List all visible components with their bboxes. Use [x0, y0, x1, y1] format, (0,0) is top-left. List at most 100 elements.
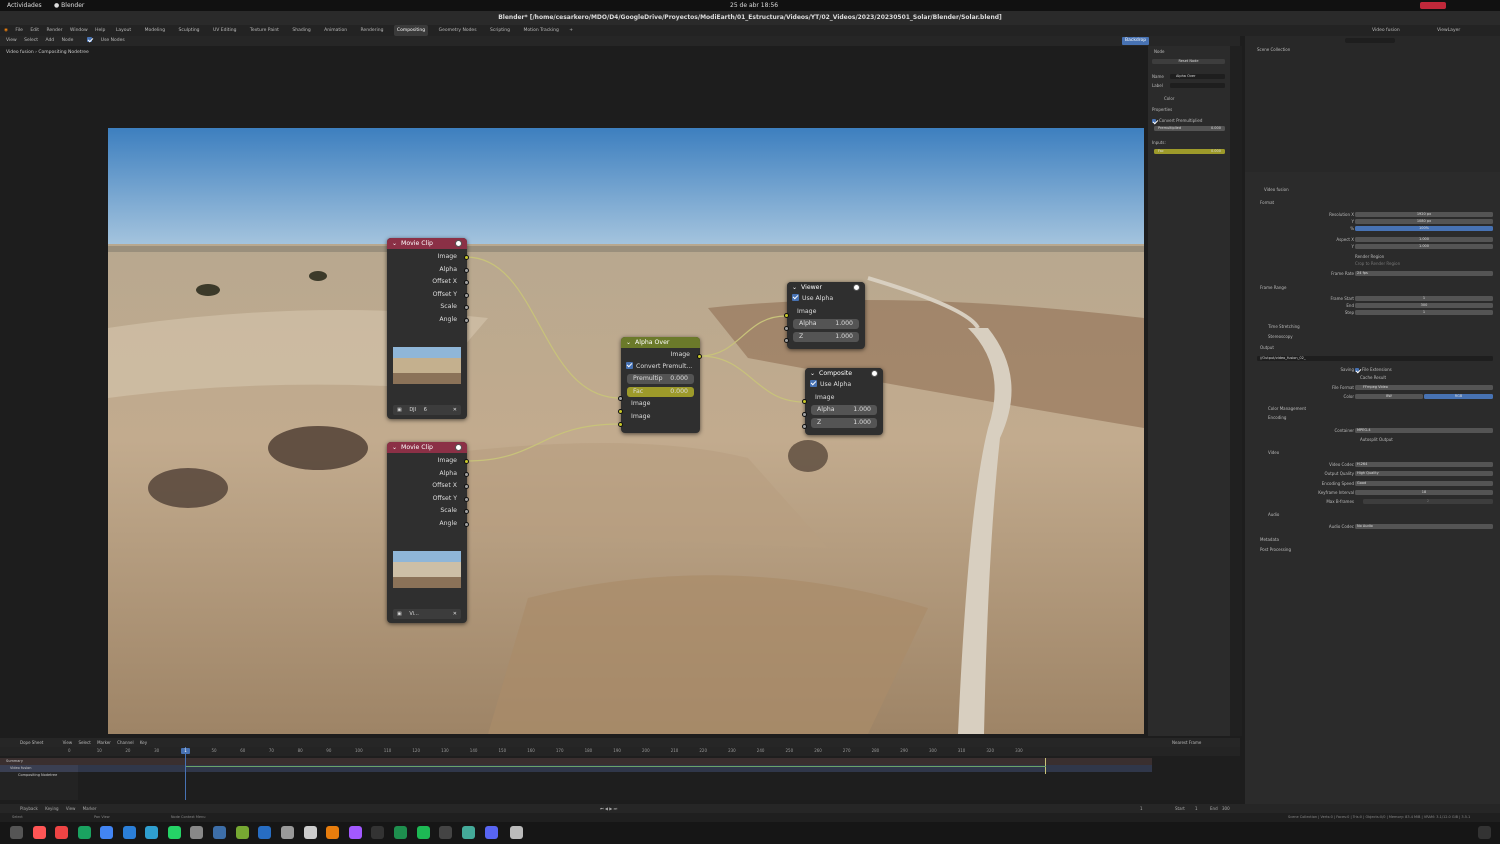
- gmail-icon[interactable]: [55, 826, 68, 839]
- encoding-speed-dropdown[interactable]: Good: [1355, 481, 1493, 486]
- socket-offset-y[interactable]: [464, 497, 469, 502]
- socket-offset-x[interactable]: [464, 280, 469, 285]
- render-region-toggle[interactable]: Render Region: [1355, 254, 1384, 259]
- collapse-icon[interactable]: ⌄: [792, 282, 797, 293]
- aspect-x-field[interactable]: 1.000: [1355, 237, 1493, 242]
- frame-step-field[interactable]: 1: [1355, 310, 1493, 315]
- marker-menu[interactable]: Marker: [83, 806, 97, 811]
- socket-angle[interactable]: [464, 318, 469, 323]
- frame-end-field[interactable]: 300: [1355, 303, 1493, 308]
- socket-z-in[interactable]: [784, 338, 789, 343]
- socket-image[interactable]: [464, 255, 469, 260]
- socket-image-in[interactable]: [802, 399, 807, 404]
- dope-marker-menu[interactable]: Marker: [97, 740, 111, 745]
- r-icon[interactable]: [258, 826, 271, 839]
- clip-selector[interactable]: ▣ Vi... ✕: [393, 609, 461, 619]
- frame-rate-dropdown[interactable]: 24 fps: [1355, 271, 1493, 276]
- unlink-icon[interactable]: ✕: [453, 405, 457, 415]
- panel-output[interactable]: Output: [1260, 345, 1274, 350]
- socket-fac-in[interactable]: [618, 396, 623, 401]
- collapse-icon[interactable]: ⌄: [810, 368, 815, 379]
- use-alpha-toggle[interactable]: Use Alpha: [805, 379, 883, 392]
- current-frame-field[interactable]: 1: [1140, 804, 1143, 813]
- aspect-y-field[interactable]: 1.000: [1355, 244, 1493, 249]
- panel-frame-range[interactable]: Frame Range: [1260, 285, 1286, 290]
- view-menu[interactable]: View: [66, 806, 76, 811]
- snapping-dropdown[interactable]: Nearest Frame: [1172, 738, 1201, 747]
- use-alpha-toggle[interactable]: Use Alpha: [787, 293, 865, 306]
- socket-alpha-in[interactable]: [802, 412, 807, 417]
- node-header[interactable]: ⌄ Movie Clip: [387, 442, 467, 453]
- socket-image-in-1[interactable]: [618, 409, 623, 414]
- cache-result-toggle[interactable]: Cache Result: [1360, 375, 1386, 380]
- alpha-over-node[interactable]: ⌄ Alpha Over Image Convert Premult... Pr…: [618, 337, 702, 433]
- file-format-dropdown[interactable]: FFmpeg Video: [1355, 385, 1493, 390]
- convert-checkbox[interactable]: [1152, 119, 1156, 123]
- resolution-x-field[interactable]: 1920 px: [1355, 212, 1493, 217]
- dope-channel-menu[interactable]: Channel: [117, 740, 133, 745]
- socket-image-out[interactable]: [697, 354, 702, 359]
- panel-metadata[interactable]: Metadata: [1260, 537, 1279, 542]
- alpha-field[interactable]: Alpha 1.000: [811, 405, 877, 415]
- premultiplied-field[interactable]: Premultiplied 0.000: [1154, 126, 1225, 131]
- convert-premult-toggle[interactable]: Convert Premult...: [621, 361, 700, 374]
- resolution-percent-field[interactable]: 100%: [1355, 226, 1493, 231]
- files-icon[interactable]: [10, 826, 23, 839]
- blender-icon[interactable]: [326, 826, 339, 839]
- color-toggle[interactable]: Color: [1164, 96, 1174, 101]
- end-field[interactable]: 300: [1222, 804, 1230, 813]
- panel-audio[interactable]: Audio: [1268, 512, 1279, 517]
- max-bframes-field[interactable]: 2: [1363, 499, 1493, 504]
- node-header[interactable]: ⌄ Composite: [805, 368, 883, 379]
- color-bw-button[interactable]: BW: [1355, 394, 1423, 399]
- crop-region-toggle[interactable]: Crop to Render Region: [1355, 261, 1400, 266]
- document-icon[interactable]: [510, 826, 523, 839]
- section-node[interactable]: Node: [1154, 49, 1164, 54]
- channel-summary[interactable]: Summary: [0, 758, 78, 765]
- monitor-icon[interactable]: [213, 826, 226, 839]
- z-field[interactable]: Z 1.000: [811, 418, 877, 428]
- sidebar-tabs[interactable]: [1230, 46, 1242, 736]
- socket-image[interactable]: [464, 459, 469, 464]
- start-field[interactable]: 1: [1195, 804, 1198, 813]
- vm-icon[interactable]: [145, 826, 158, 839]
- reset-node-button[interactable]: Reset Node: [1152, 59, 1225, 64]
- movie-clip-node-1[interactable]: ⌄ Movie Clip Image Alpha Offset X Offset…: [387, 238, 469, 419]
- collapse-icon[interactable]: ⌄: [392, 442, 397, 453]
- panel-encoding[interactable]: Encoding: [1268, 415, 1286, 420]
- chatgpt-icon[interactable]: [462, 826, 475, 839]
- convert-premultiplied-toggle[interactable]: Convert Premultiplied: [1152, 118, 1202, 123]
- socket-image-in-2[interactable]: [618, 422, 623, 427]
- collapse-icon[interactable]: ⌄: [392, 238, 397, 249]
- video-codec-dropdown[interactable]: H.264: [1355, 462, 1493, 467]
- container-dropdown[interactable]: MPEG-4: [1355, 428, 1493, 433]
- davinci-icon[interactable]: [349, 826, 362, 839]
- socket-angle[interactable]: [464, 522, 469, 527]
- qgis-icon[interactable]: [236, 826, 249, 839]
- file-extensions-checkbox[interactable]: [1355, 368, 1359, 372]
- composite-node[interactable]: ⌄ Composite Use Alpha Image Alpha 1.000 Z…: [802, 368, 883, 435]
- audio-codec-dropdown[interactable]: No Audio: [1355, 524, 1493, 529]
- socket-scale[interactable]: [464, 305, 469, 310]
- current-frame-indicator[interactable]: 1: [181, 748, 190, 754]
- terminal2-icon[interactable]: [439, 826, 452, 839]
- socket-alpha-in[interactable]: [784, 326, 789, 331]
- outliner-search[interactable]: [1345, 38, 1395, 43]
- alpha-field[interactable]: Alpha 1.000: [793, 319, 859, 329]
- resolution-y-field[interactable]: 1080 px: [1355, 219, 1493, 224]
- collapse-icon[interactable]: ⌄: [626, 337, 631, 348]
- editor-mode-dropdown[interactable]: Dope Sheet: [20, 740, 43, 745]
- terminal-icon[interactable]: [394, 826, 407, 839]
- use-alpha-checkbox[interactable]: [792, 294, 799, 301]
- convert-premult-checkbox[interactable]: [626, 361, 633, 369]
- clock-app-icon[interactable]: [190, 826, 203, 839]
- panel-video[interactable]: Video: [1268, 450, 1279, 455]
- panel-stereoscopy[interactable]: Stereoscopy: [1268, 334, 1293, 339]
- label-field[interactable]: [1170, 83, 1225, 88]
- playhead[interactable]: [185, 747, 186, 800]
- settings-icon[interactable]: [281, 826, 294, 839]
- sublime-icon[interactable]: [371, 826, 384, 839]
- movie-clip-node-2[interactable]: ⌄ Movie Clip Image Alpha Offset X Offset…: [387, 442, 469, 623]
- keyframe-interval-field[interactable]: 18: [1355, 490, 1493, 495]
- spotify-icon[interactable]: [417, 826, 430, 839]
